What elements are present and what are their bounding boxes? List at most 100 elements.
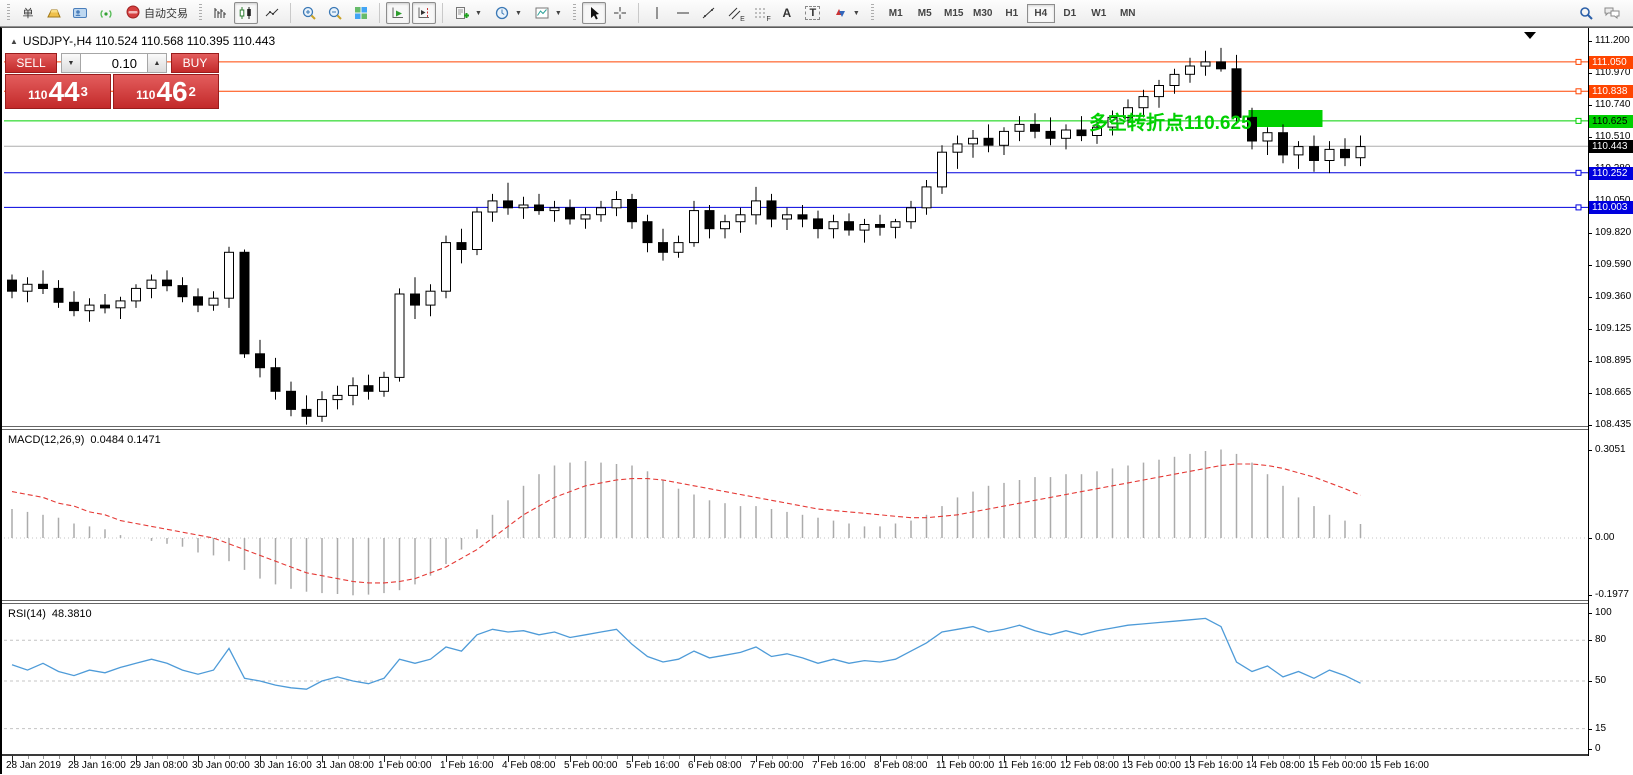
time-tick: [725, 756, 726, 759]
time-tick: [167, 756, 168, 759]
time-tick: [28, 756, 29, 759]
time-axis-label: 1 Feb 16:00: [440, 760, 493, 771]
toolbar-grip[interactable]: [871, 4, 874, 22]
time-axis-label: 15 Feb 16:00: [1370, 760, 1429, 771]
bar-chart-button[interactable]: [208, 2, 232, 24]
auto-scroll-button[interactable]: [386, 2, 410, 24]
new-order-label: 单: [23, 5, 34, 21]
time-tick: [787, 756, 788, 759]
axis-tick-label: 111.200: [1595, 35, 1630, 47]
axis-tick-mark: [1588, 73, 1592, 74]
time-tick: [539, 756, 540, 759]
horizontal-line-button[interactable]: [671, 2, 695, 24]
time-axis-label: 8 Feb 08:00: [874, 760, 927, 771]
line-chart-button[interactable]: [260, 2, 284, 24]
time-tick: [1237, 756, 1238, 759]
cursor-button[interactable]: [582, 2, 606, 24]
axis-tick-mark: [1588, 265, 1592, 266]
timeframe-H1-button[interactable]: H1: [998, 4, 1026, 23]
price-level-label: 110.838: [1589, 85, 1633, 98]
time-tick: [307, 756, 308, 759]
text-letter: A: [782, 6, 791, 20]
price-level-label: 110.625: [1589, 115, 1633, 128]
timeframe-H4-button[interactable]: H4: [1027, 4, 1055, 23]
tile-windows-icon[interactable]: [349, 2, 373, 24]
zoom-out-button[interactable]: [323, 2, 347, 24]
toolbar-grip[interactable]: [573, 4, 576, 22]
vertical-line-button[interactable]: [645, 2, 669, 24]
equidistant-channel-button[interactable]: E: [723, 2, 747, 24]
time-tick: [59, 756, 60, 759]
turning-point-annotation: 多空转折点110.625: [1089, 111, 1252, 134]
chat-icon[interactable]: [1600, 2, 1624, 24]
time-tick: [586, 756, 587, 759]
time-axis-label: 15 Feb 00:00: [1308, 760, 1367, 771]
time-tick: [973, 756, 974, 759]
timeframe-W1-button[interactable]: W1: [1085, 4, 1113, 23]
rsi-line: [12, 618, 1361, 689]
sell-button[interactable]: SELL: [5, 53, 57, 73]
timeframe-M15-button[interactable]: M15: [940, 4, 968, 23]
new-order-button[interactable]: 单: [16, 2, 40, 24]
price-level-label: 110.252: [1589, 167, 1633, 180]
price-chart-canvas[interactable]: 多空转折点110.625: [4, 29, 1588, 426]
price-axis[interactable]: 111.200110.970110.740110.510110.280110.0…: [1588, 28, 1633, 775]
axis-tick-label: 109.360: [1595, 291, 1631, 303]
collapse-icon[interactable]: ▲: [10, 37, 18, 46]
volume-decrease-button[interactable]: ▼: [61, 53, 81, 73]
trendline-button[interactable]: [697, 2, 721, 24]
buy-price-button[interactable]: 110 46 2: [113, 74, 219, 109]
signal-icon[interactable]: [94, 2, 118, 24]
axis-tick-mark: [1588, 329, 1592, 330]
axis-tick-label: 50: [1595, 675, 1606, 687]
price-level-label: 111.050: [1589, 56, 1633, 69]
time-tick: [415, 756, 416, 759]
time-tick: [849, 756, 850, 759]
arrows-button[interactable]: ▼: [827, 2, 865, 24]
macd-canvas[interactable]: [4, 430, 1588, 600]
axis-tick-mark: [1588, 233, 1592, 234]
chart-shift-button[interactable]: [412, 2, 436, 24]
time-tick: [90, 756, 91, 759]
time-tick: [1345, 756, 1346, 759]
text-tool-button[interactable]: A: [775, 2, 799, 24]
fibonacci-button[interactable]: F: [749, 2, 773, 24]
volume-increase-button[interactable]: ▲: [147, 53, 167, 73]
timeframe-M30-button[interactable]: M30: [969, 4, 997, 23]
profile-icon[interactable]: [68, 2, 92, 24]
time-tick: [1221, 756, 1222, 759]
time-axis-label: 1 Feb 00:00: [378, 760, 431, 771]
periods-button[interactable]: ▼: [489, 2, 527, 24]
autotrade-button[interactable]: 自动交易: [120, 2, 193, 24]
toolbar-grip[interactable]: [199, 4, 202, 22]
timeframe-MN-button[interactable]: MN: [1114, 4, 1142, 23]
toolbar-separator: [290, 3, 291, 23]
time-axis-label: 11 Feb 16:00: [998, 760, 1056, 771]
templates-button[interactable]: ▼: [529, 2, 567, 24]
eraser-icon[interactable]: [42, 2, 66, 24]
indicators-button[interactable]: ▼: [449, 2, 487, 24]
timeframe-M5-button[interactable]: M5: [911, 4, 939, 23]
time-axis[interactable]: 28 Jan 201928 Jan 16:0029 Jan 08:0030 Ja…: [4, 756, 1588, 775]
sell-price-button[interactable]: 110 44 3: [5, 74, 111, 109]
axis-tick-mark: [1588, 393, 1592, 394]
time-tick: [105, 756, 106, 759]
search-icon[interactable]: [1574, 2, 1598, 24]
toolbar-grip[interactable]: [7, 4, 10, 22]
axis-tick-mark: [1588, 640, 1592, 641]
time-tick: [663, 756, 664, 759]
time-tick: [493, 756, 494, 759]
time-tick: [1268, 756, 1269, 759]
zoom-in-button[interactable]: [297, 2, 321, 24]
timeframe-M1-button[interactable]: M1: [882, 4, 910, 23]
candlestick-chart-button[interactable]: [234, 2, 258, 24]
time-tick: [1082, 756, 1083, 759]
text-label-button[interactable]: T: [801, 2, 825, 24]
volume-input[interactable]: 0.10: [81, 53, 147, 73]
time-axis-label: 7 Feb 16:00: [812, 760, 865, 771]
axis-tick-label: 109.820: [1595, 227, 1631, 239]
crosshair-button[interactable]: [608, 2, 632, 24]
buy-button[interactable]: BUY: [171, 53, 219, 73]
rsi-canvas[interactable]: [4, 604, 1588, 754]
timeframe-D1-button[interactable]: D1: [1056, 4, 1084, 23]
